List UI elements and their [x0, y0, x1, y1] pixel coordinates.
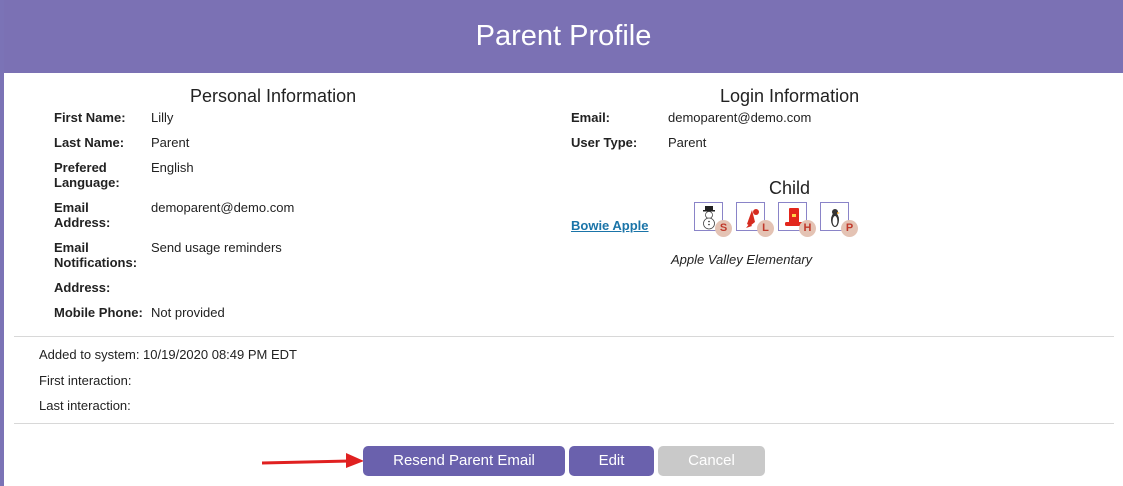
badge-lobster[interactable]: L [736, 202, 774, 237]
email-address-label-line2: Address: [54, 215, 111, 230]
email-address-label-line1: Email [54, 200, 89, 215]
badge-letter-l: L [757, 220, 774, 237]
divider-bottom [14, 423, 1114, 424]
email-address-label: Email Address: [54, 200, 110, 230]
email-notifications-label: Email Notifications: [54, 240, 137, 270]
divider-top [14, 336, 1114, 337]
login-info-title: Login Information [720, 86, 860, 106]
first-name-value: Lilly [151, 110, 174, 125]
badge-letter-s: S [715, 220, 732, 237]
user-type-value: Parent [668, 135, 707, 150]
email-address-value: demoparent@demo.com [151, 200, 295, 215]
badge-hat[interactable]: H [778, 202, 816, 237]
school-name: Apple Valley Elementary [671, 252, 813, 267]
language-label-line2: Language: [54, 175, 120, 190]
first-name-label: First Name: [54, 110, 126, 125]
language-label-line1: Prefered [54, 160, 107, 175]
address-label: Address: [54, 280, 111, 295]
badge-letter-h: H [799, 220, 816, 237]
edit-button[interactable]: Edit [569, 446, 654, 476]
added-to-system: Added to system: 10/19/2020 08:49 PM EDT [39, 347, 297, 362]
user-type-label: User Type: [571, 135, 638, 150]
last-name-value: Parent [151, 135, 190, 150]
last-name-label: Last Name: [54, 135, 125, 150]
email-notifications-label-line2: Notifications: [54, 255, 138, 270]
last-interaction: Last interaction: [39, 398, 131, 413]
email-notifications-value: Send usage reminders [151, 240, 282, 255]
language-label: Prefered Language: [54, 160, 120, 190]
login-email-label: Email: [571, 110, 611, 125]
mobile-phone-label: Mobile Phone: [54, 305, 143, 320]
badge-snowman[interactable]: S [694, 202, 732, 237]
personal-info-title: Personal Information [190, 86, 357, 106]
resend-parent-email-button[interactable]: Resend Parent Email [363, 446, 565, 476]
cancel-button[interactable]: Cancel [658, 446, 765, 476]
badge-letter-p: P [841, 220, 858, 237]
language-value: English [151, 160, 194, 175]
child-title: Child [769, 178, 811, 198]
child-name-link[interactable]: Bowie Apple [571, 218, 649, 233]
mobile-phone-value: Not provided [151, 305, 225, 320]
red-arrow-annotation [262, 453, 364, 468]
first-interaction: First interaction: [39, 373, 132, 388]
page-title: Parent Profile [4, 0, 1123, 73]
email-notifications-label-line1: Email [54, 240, 89, 255]
login-email-value: demoparent@demo.com [668, 110, 812, 125]
badge-penguin[interactable]: P [820, 202, 858, 237]
